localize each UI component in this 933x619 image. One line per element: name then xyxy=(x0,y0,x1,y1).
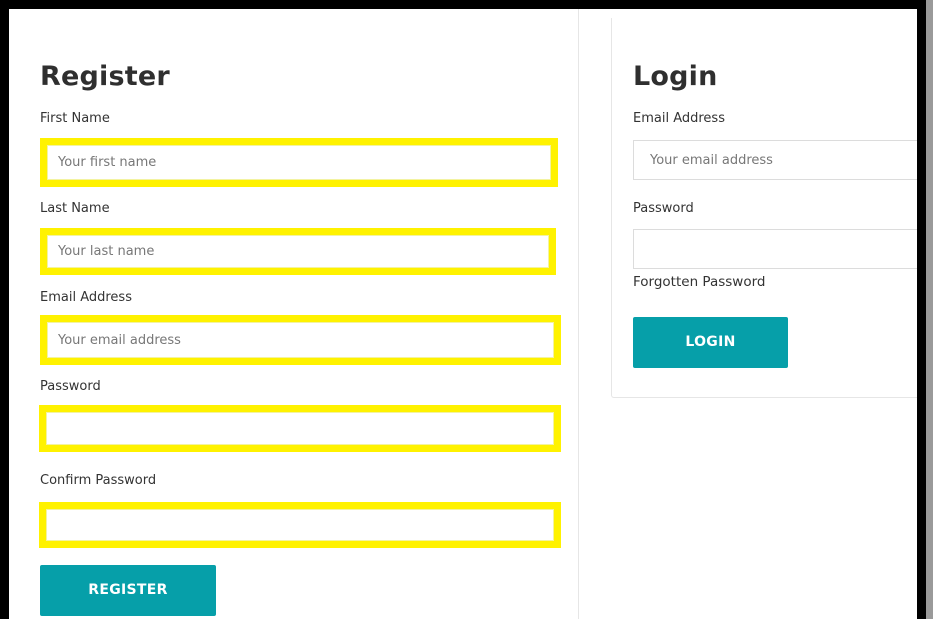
panel-divider xyxy=(578,9,579,619)
login-title: Login xyxy=(633,61,718,92)
register-password-label: Password xyxy=(40,379,101,394)
register-title: Register xyxy=(40,61,170,92)
login-button[interactable]: LOGIN xyxy=(633,317,788,368)
login-email-label: Email Address xyxy=(633,111,725,126)
register-email-highlight xyxy=(40,315,561,365)
register-email-input[interactable] xyxy=(47,322,554,358)
confirm-password-label: Confirm Password xyxy=(40,473,157,488)
screenshot-frame: Register First Name Last Name Email Addr… xyxy=(0,0,933,619)
last-name-highlight xyxy=(40,228,556,275)
confirm-password-highlight xyxy=(39,502,561,548)
register-password-input[interactable] xyxy=(46,412,554,445)
first-name-input[interactable] xyxy=(47,145,551,180)
login-password-label: Password xyxy=(633,201,694,216)
login-password-input[interactable] xyxy=(633,229,917,269)
first-name-label: First Name xyxy=(40,111,110,126)
last-name-input[interactable] xyxy=(47,235,549,268)
first-name-highlight xyxy=(40,138,558,187)
register-button[interactable]: REGISTER xyxy=(40,565,216,616)
forgotten-password-link[interactable]: Forgotten Password xyxy=(633,274,765,290)
login-email-input[interactable] xyxy=(633,140,917,180)
confirm-password-input[interactable] xyxy=(46,509,554,541)
last-name-label: Last Name xyxy=(40,201,110,216)
register-password-highlight xyxy=(39,405,561,452)
frame-shadow xyxy=(926,0,933,619)
register-email-label: Email Address xyxy=(40,290,132,305)
